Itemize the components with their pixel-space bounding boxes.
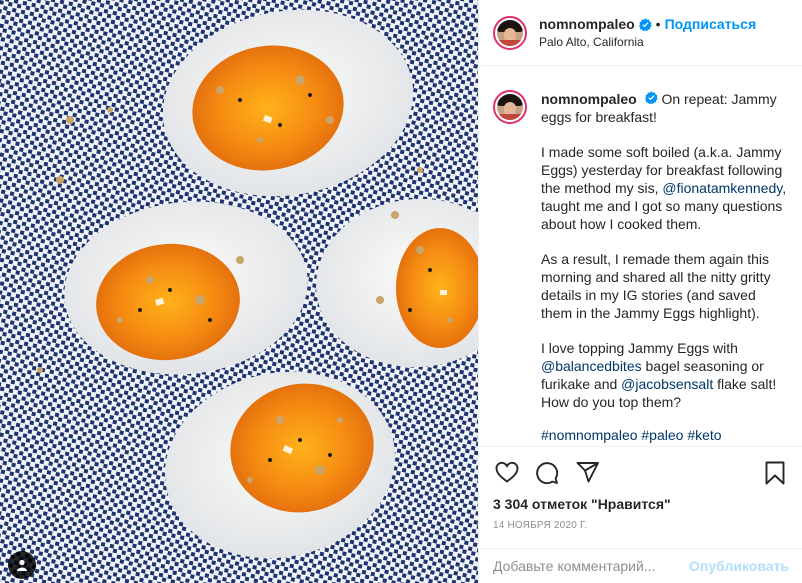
- follow-button[interactable]: Подписаться: [665, 16, 757, 32]
- user-tag-button[interactable]: [8, 551, 36, 579]
- comment-icon[interactable]: [535, 461, 559, 490]
- likes-count[interactable]: 3 304 отметок "Нравится": [493, 496, 671, 512]
- post-header: nomnompaleo • Подписаться Palo Alto, Cal…: [479, 0, 802, 66]
- mention-link[interactable]: @jacobsensalt: [621, 376, 713, 392]
- eggs-image: [0, 0, 478, 583]
- caption-text: nomnompaleo On repeat: Jammy eggs for br…: [541, 90, 789, 446]
- verified-badge-icon: [644, 91, 658, 104]
- instagram-post: nomnompaleo • Подписаться Palo Alto, Cal…: [0, 0, 802, 583]
- avatar[interactable]: [493, 15, 527, 50]
- caption-username-link[interactable]: nomnompaleo: [541, 91, 637, 107]
- mention-link[interactable]: @fionatamkennedy: [662, 180, 782, 196]
- caption-paragraph-2: As a result, I remade them again this mo…: [541, 251, 771, 321]
- caption: nomnompaleo On repeat: Jammy eggs for br…: [479, 66, 802, 446]
- caption-avatar[interactable]: [493, 90, 527, 124]
- caption-paragraph-3: I love topping Jammy Eggs with @balanced…: [541, 340, 777, 410]
- share-icon[interactable]: [576, 461, 600, 488]
- separator-dot: •: [655, 16, 661, 32]
- verified-badge-icon: [638, 17, 652, 31]
- bookmark-icon[interactable]: [765, 461, 785, 490]
- post-photo[interactable]: [0, 0, 478, 583]
- comment-bar: Опубликовать: [479, 548, 802, 583]
- username-link[interactable]: nomnompaleo: [539, 16, 635, 32]
- person-icon: [17, 559, 27, 571]
- comment-input[interactable]: [493, 558, 684, 574]
- heart-icon[interactable]: [495, 461, 519, 488]
- action-bar: [479, 446, 802, 486]
- post-side-panel: nomnompaleo • Подписаться Palo Alto, Cal…: [478, 0, 802, 583]
- publish-button[interactable]: Опубликовать: [689, 558, 789, 574]
- mention-link[interactable]: @balancedbites: [541, 358, 642, 374]
- location-link[interactable]: Palo Alto, California: [539, 35, 756, 49]
- caption-paragraph-1: I made some soft boiled (a.k.a. Jammy Eg…: [541, 144, 787, 232]
- hashtags-link[interactable]: #nomnompaleo #paleo #keto: [541, 426, 789, 444]
- post-date: 14 НОЯБРЯ 2020 Г.: [493, 520, 588, 531]
